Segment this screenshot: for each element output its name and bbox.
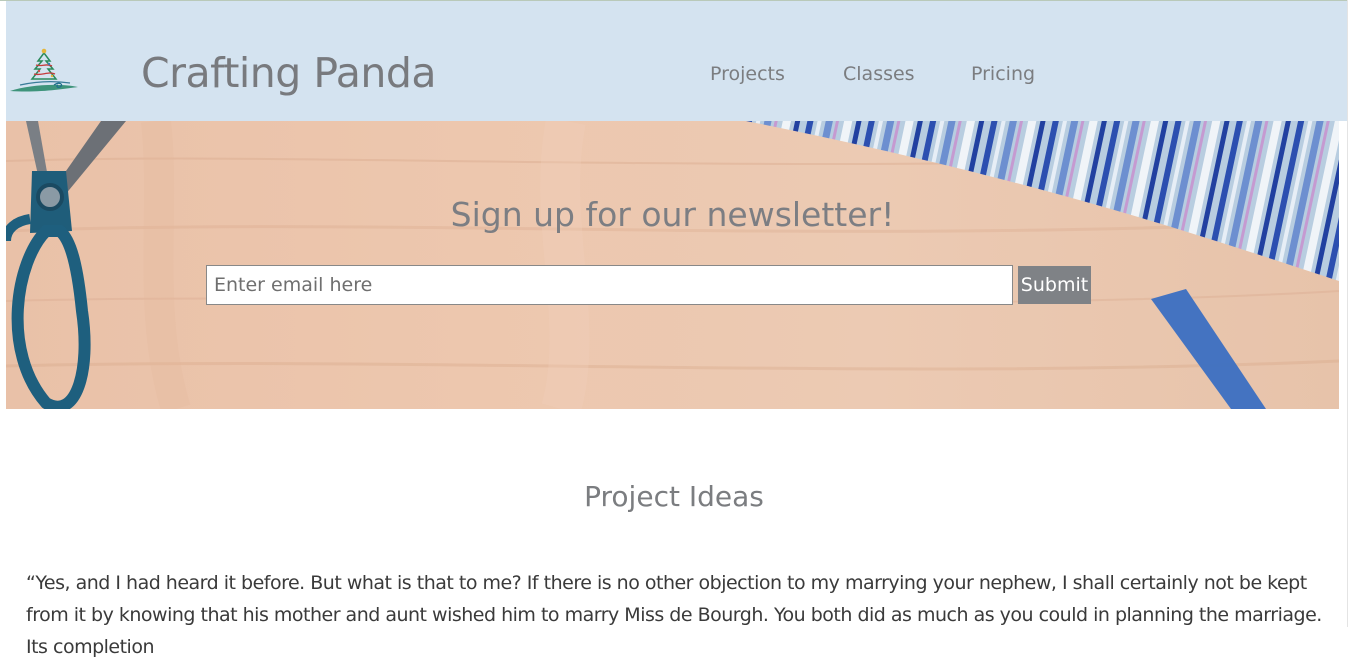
submit-button[interactable]: Submit	[1018, 266, 1091, 304]
project-ideas-heading: Project Ideas	[584, 480, 764, 513]
site-header: Crafting Panda Projects Classes Pricing	[6, 1, 1347, 121]
christmas-tree-logo-icon[interactable]	[8, 45, 80, 97]
project-ideas-paragraph: “Yes, and I had heard it before. But wha…	[26, 572, 1322, 658]
email-input[interactable]	[206, 265, 1013, 305]
site-title[interactable]: Crafting Panda	[141, 49, 436, 97]
nav-pricing[interactable]: Pricing	[971, 63, 1035, 85]
newsletter-hero: Sign up for our newsletter! Submit	[6, 121, 1339, 409]
nav-classes[interactable]: Classes	[843, 63, 915, 85]
newsletter-heading: Sign up for our newsletter!	[450, 195, 895, 234]
scissors-icon	[6, 121, 126, 409]
nav-projects[interactable]: Projects	[710, 63, 785, 85]
